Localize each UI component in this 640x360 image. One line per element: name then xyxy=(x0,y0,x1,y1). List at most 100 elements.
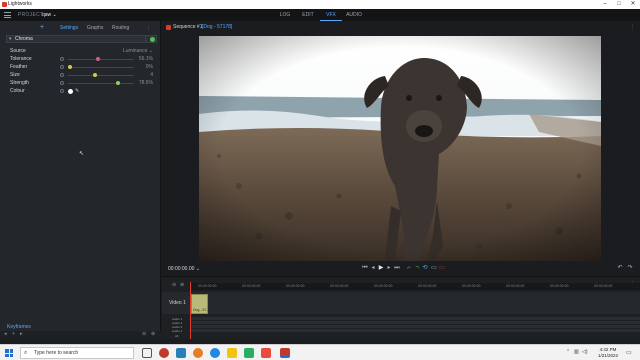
record-mode-icon[interactable]: ▭ xyxy=(438,265,446,272)
step-forward-icon[interactable]: ▸ xyxy=(385,265,393,272)
chrome-icon[interactable] xyxy=(159,348,169,358)
undo-icon[interactable]: ↶ xyxy=(616,265,624,272)
tab-audio[interactable]: AUDIO xyxy=(343,9,365,21)
keyframe-prev-icon[interactable]: ◂ xyxy=(4,331,7,337)
keyframe-add-icon[interactable]: + xyxy=(12,331,15,337)
param-value[interactable]: 56.1% xyxy=(139,55,153,63)
task-view-icon[interactable] xyxy=(142,348,152,358)
keyframe-next-icon[interactable]: ▸ xyxy=(20,331,23,337)
maximize-button[interactable]: □ xyxy=(612,0,626,9)
strength-slider[interactable] xyxy=(68,82,134,84)
viewer-timecode[interactable]: 00:00:00.00 ⌄ xyxy=(168,266,200,272)
video-clip[interactable]: Dog - 57... xyxy=(191,294,209,314)
more-options-icon[interactable]: ⋮ xyxy=(146,23,151,33)
param-source: Source Luminance ⌄ xyxy=(10,47,153,55)
eyedropper-icon[interactable]: ✎ xyxy=(75,87,79,95)
go-to-start-icon[interactable]: ⏮ xyxy=(361,265,369,272)
size-slider[interactable] xyxy=(68,74,134,76)
mark-in-icon[interactable]: ⌐ xyxy=(405,265,413,272)
param-value[interactable]: 78.5% xyxy=(139,79,153,87)
audio-track[interactable] xyxy=(190,321,640,324)
feather-slider[interactable] xyxy=(68,66,134,68)
network-icon[interactable]: ▥ xyxy=(574,349,579,355)
tab-edit[interactable]: EDIT xyxy=(297,9,319,21)
video-track-label[interactable]: Video 1 xyxy=(169,300,186,306)
effects-panel: + Settings Graphs Routing ⋮ ▾ Chroma ⋮ S… xyxy=(0,21,161,339)
window-title: Lightworks xyxy=(8,1,32,7)
playhead[interactable] xyxy=(190,282,191,339)
tab-vfx[interactable]: VFX xyxy=(320,9,342,21)
tab-routing[interactable]: Routing xyxy=(112,23,129,33)
ruler-tick: 00:00:00:00 xyxy=(242,284,261,288)
redo-icon[interactable]: ↷ xyxy=(626,265,634,272)
go-to-end-icon[interactable]: ⏭ xyxy=(393,265,401,272)
minimize-button[interactable]: – xyxy=(598,0,612,9)
zoom-out-icon[interactable]: ⊖ xyxy=(142,331,146,337)
search-placeholder: Type here to search xyxy=(34,350,79,356)
notifications-icon[interactable]: ▭ xyxy=(626,349,632,356)
tab-log[interactable]: LOG xyxy=(274,9,296,21)
timeline-zoom-in-icon[interactable]: ⊕ xyxy=(180,282,184,288)
ruler-tick: 00:00:00:00 xyxy=(506,284,525,288)
clock-date: 1/21/2022 xyxy=(598,353,619,358)
keyframe-icon[interactable] xyxy=(60,73,64,77)
edge-icon[interactable] xyxy=(210,348,220,358)
effect-menu-icon[interactable]: ⋮ xyxy=(143,36,148,43)
taskbar-search-input[interactable]: ⌕ Type here to search xyxy=(20,347,134,359)
step-back-icon[interactable]: ◂ xyxy=(369,265,377,272)
sequence-source: [Dog - 57178] xyxy=(202,24,233,30)
slider-handle[interactable] xyxy=(116,81,121,85)
viewer-menu-icon[interactable]: ⋮ xyxy=(630,23,635,32)
slider-handle[interactable] xyxy=(68,65,72,69)
slider-handle[interactable] xyxy=(92,73,97,77)
effect-header[interactable]: ▾ Chroma ⋮ xyxy=(6,35,157,43)
ruler-tick: 00:00:00:00 xyxy=(330,284,349,288)
all-tracks-label[interactable]: All xyxy=(175,334,178,338)
audio-track-label[interactable]: Audio 4 xyxy=(172,329,182,333)
firefox-icon[interactable] xyxy=(193,348,203,358)
menu-icon[interactable] xyxy=(4,12,11,18)
colour-swatch[interactable] xyxy=(68,89,73,94)
audio-track[interactable] xyxy=(190,325,640,328)
tab-graphs[interactable]: Graphs xyxy=(87,23,103,33)
camtasia-icon[interactable] xyxy=(244,348,254,358)
keyframe-icon[interactable] xyxy=(60,89,64,93)
mark-out-icon[interactable]: ¬ xyxy=(413,265,421,272)
play-icon[interactable]: ▶ xyxy=(377,265,385,272)
video-frame[interactable] xyxy=(199,36,601,261)
timeline-ruler[interactable]: 00:00:00:00 00:00:00:00 00:00:00:00 00:0… xyxy=(190,283,640,290)
keyframe-icon[interactable] xyxy=(60,65,64,69)
source-dropdown[interactable]: Luminance ⌄ xyxy=(123,47,153,55)
param-feather: Feather 0% xyxy=(10,63,153,71)
tray-chevron-icon[interactable]: ⌃ xyxy=(566,349,570,355)
param-value[interactable]: 0% xyxy=(146,63,153,71)
mail-icon[interactable] xyxy=(176,348,186,358)
file-explorer-icon[interactable] xyxy=(227,348,237,358)
param-label: Strength xyxy=(10,80,29,86)
project-name-dropdown[interactable]: qaw ⌄ xyxy=(42,9,57,21)
zoom-in-icon[interactable]: ⊕ xyxy=(151,331,155,337)
timeline-zoom-out-icon[interactable]: ⊖ xyxy=(172,282,176,288)
collapse-chevron-icon[interactable]: ▾ xyxy=(9,36,12,43)
audio-track[interactable] xyxy=(190,317,640,320)
tolerance-slider[interactable] xyxy=(68,58,134,60)
add-effect-button[interactable]: + xyxy=(40,23,44,33)
audio-track[interactable] xyxy=(190,329,640,332)
lightworks-taskbar-icon[interactable] xyxy=(280,348,290,358)
keyframe-icon[interactable] xyxy=(60,81,64,85)
taskbar-clock[interactable]: 4:42 PM 1/21/2022 xyxy=(598,347,618,359)
slider-handle[interactable] xyxy=(95,57,100,61)
effect-enabled-toggle[interactable] xyxy=(150,37,155,42)
loop-icon[interactable]: ⟲ xyxy=(421,265,429,272)
start-button[interactable] xyxy=(5,349,13,357)
viewer-header: Sequence #1 [Dog - 57178] ⋮ xyxy=(162,23,640,32)
view-mode-icon[interactable]: ▭ xyxy=(430,265,438,272)
keyframe-icon[interactable] xyxy=(60,57,64,61)
volume-icon[interactable]: ◁) xyxy=(582,349,588,355)
tab-settings[interactable]: Settings xyxy=(60,23,78,33)
param-value[interactable]: 4 xyxy=(150,71,153,79)
app-icon[interactable] xyxy=(261,348,271,358)
close-button[interactable]: ✕ xyxy=(626,0,640,9)
ruler-tick: 00:00:00:00 xyxy=(198,284,217,288)
video-track[interactable]: Video 1 Dog - 57... xyxy=(162,292,640,314)
